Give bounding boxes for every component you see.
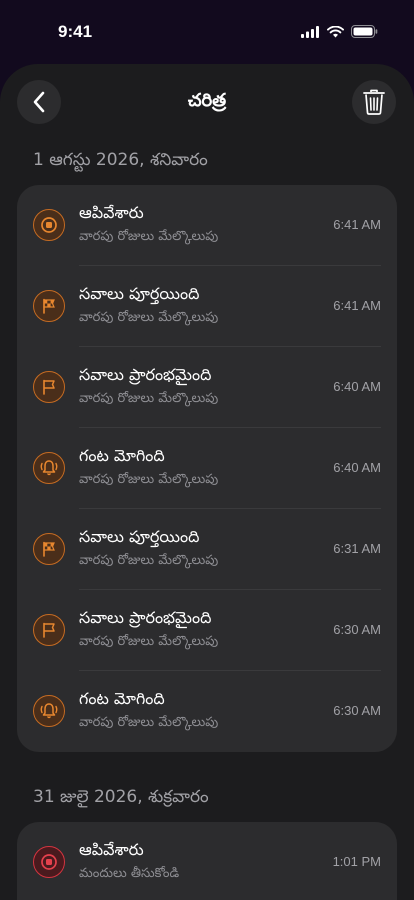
event-subtitle: వారపు రోజులు మేల్కొలుపు <box>79 391 219 406</box>
section-date: 31 జులై 2026, శుక్రవారం <box>33 787 209 807</box>
flag-icon <box>33 371 65 403</box>
ringing-bell-icon <box>33 695 65 727</box>
checkered-flag-icon <box>33 290 65 322</box>
history-card: ఆపివేశారు మందులు తీసుకోండి 1:01 PM <box>17 822 397 900</box>
checkered-flag-icon <box>33 533 65 565</box>
event-subtitle: వారపు రోజులు మేల్కొలుపు <box>79 715 219 730</box>
event-time: 6:40 AM <box>333 379 381 394</box>
event-subtitle: వారపు రోజులు మేల్కొలుపు <box>79 229 219 244</box>
event-title: సవాలు పూర్తయింది <box>79 527 200 546</box>
status-icons <box>301 25 378 38</box>
cellular-signal-icon <box>301 25 319 38</box>
event-title: సవాలు ప్రారంభమైంది <box>79 608 212 627</box>
event-title: ఆపివేశారు <box>79 203 144 222</box>
history-row[interactable]: సవాలు ప్రారంభమైంది వారపు రోజులు మేల్కొలు… <box>17 590 397 671</box>
history-sheet: చరిత్ర 1 ఆగస్టు 2026, శనివారం ఆపివేశారు … <box>0 64 414 900</box>
wifi-icon <box>327 25 344 37</box>
trash-icon <box>363 89 385 115</box>
history-row[interactable]: సవాలు ప్రారంభమైంది వారపు రోజులు మేల్కొలు… <box>17 347 397 428</box>
header: చరిత్ర <box>0 78 414 130</box>
event-subtitle: మందులు తీసుకోండి <box>79 866 180 881</box>
history-row[interactable]: ఆపివేశారు వారపు రోజులు మేల్కొలుపు 6:41 A… <box>17 185 397 266</box>
history-row[interactable]: ఆపివేశారు మందులు తీసుకోండి 1:01 PM <box>17 822 397 900</box>
history-card: ఆపివేశారు వారపు రోజులు మేల్కొలుపు 6:41 A… <box>17 185 397 752</box>
event-title: ఆపివేశారు <box>79 840 144 859</box>
event-time: 1:01 PM <box>332 854 381 869</box>
event-subtitle: వారపు రోజులు మేల్కొలుపు <box>79 553 219 568</box>
status-bar: 9:41 <box>0 0 414 64</box>
event-title: గంట మోగింది <box>79 446 165 465</box>
history-row[interactable]: సవాలు పూర్తయింది వారపు రోజులు మేల్కొలుపు… <box>17 266 397 347</box>
event-time: 6:41 AM <box>333 298 381 313</box>
event-time: 6:30 AM <box>333 622 381 637</box>
stop-circle-icon <box>33 846 65 878</box>
ringing-bell-icon <box>33 452 65 484</box>
battery-icon <box>351 25 378 38</box>
event-title: సవాలు పూర్తయింది <box>79 284 200 303</box>
status-time: 9:41 <box>58 22 93 41</box>
event-subtitle: వారపు రోజులు మేల్కొలుపు <box>79 310 219 325</box>
event-title: సవాలు ప్రారంభమైంది <box>79 365 212 384</box>
delete-history-button[interactable] <box>352 80 396 124</box>
event-time: 6:41 AM <box>333 217 381 232</box>
event-title: గంట మోగింది <box>79 689 165 708</box>
history-row[interactable]: సవాలు పూర్తయింది వారపు రోజులు మేల్కొలుపు… <box>17 509 397 590</box>
flag-icon <box>33 614 65 646</box>
event-time: 6:31 AM <box>333 541 381 556</box>
event-subtitle: వారపు రోజులు మేల్కొలుపు <box>79 472 219 487</box>
event-time: 6:30 AM <box>333 703 381 718</box>
event-time: 6:40 AM <box>333 460 381 475</box>
event-subtitle: వారపు రోజులు మేల్కొలుపు <box>79 634 219 649</box>
section-date: 1 ఆగస్టు 2026, శనివారం <box>33 150 208 170</box>
history-row[interactable]: గంట మోగింది వారపు రోజులు మేల్కొలుపు 6:30… <box>17 671 397 752</box>
stop-circle-icon <box>33 209 65 241</box>
history-row[interactable]: గంట మోగింది వారపు రోజులు మేల్కొలుపు 6:40… <box>17 428 397 509</box>
